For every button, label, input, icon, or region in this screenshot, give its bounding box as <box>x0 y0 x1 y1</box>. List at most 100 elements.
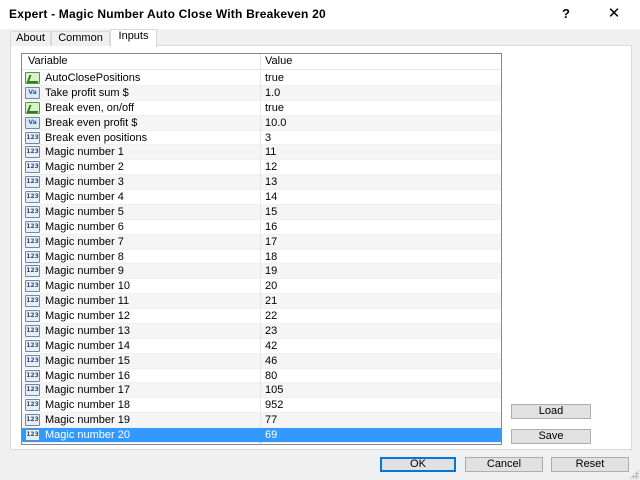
integer-type-icon: 123 <box>25 265 40 278</box>
grid-row[interactable]: 123 Magic number 7 17 <box>22 234 501 250</box>
grid-row[interactable]: 123 Magic number 3 13 <box>22 175 501 191</box>
boolean-type-icon <box>25 101 40 114</box>
integer-type-icon: 123 <box>25 324 40 337</box>
variable-value[interactable]: 21 <box>265 294 277 308</box>
variable-value[interactable]: 13 <box>265 175 277 189</box>
variable-value[interactable]: 22 <box>265 309 277 323</box>
grid-row[interactable]: AutoClosePositions true <box>22 71 501 86</box>
double-type-icon: Va <box>25 86 40 99</box>
inputs-grid[interactable]: Variable Value AutoClosePositions true Va T… <box>21 53 502 445</box>
variable-value[interactable]: 14 <box>265 190 277 204</box>
variable-value[interactable]: 18 <box>265 250 277 264</box>
variable-name: Magic number 11 <box>45 295 130 308</box>
variable-name: Magic number 9 <box>45 265 124 278</box>
variable-value[interactable]: 69 <box>265 428 277 442</box>
grid-row[interactable]: 123 Magic number 9 19 <box>22 264 501 280</box>
variable-value[interactable]: true <box>265 101 284 115</box>
grid-row[interactable]: 123 Magic number 19 77 <box>22 413 501 429</box>
grid-row[interactable]: 123 Magic number 11 21 <box>22 294 501 310</box>
variable-value[interactable]: 42 <box>265 339 277 353</box>
double-type-icon: Va <box>25 116 40 129</box>
variable-name: Magic number 19 <box>45 414 130 427</box>
integer-type-icon: 123 <box>25 250 40 263</box>
grid-row[interactable]: Break even, on/off true <box>22 100 501 116</box>
variable-value[interactable]: 12 <box>265 160 277 174</box>
variable-name: Take profit sum $ <box>45 86 129 99</box>
expert-properties-dialog: Expert - Magic Number Auto Close With Br… <box>0 0 640 480</box>
grid-row[interactable]: 123 Magic number 14 42 <box>22 338 501 354</box>
cell-divider <box>260 115 261 131</box>
variable-name: Magic number 17 <box>45 384 130 397</box>
variable-value[interactable]: 1.0 <box>265 86 280 100</box>
grid-row[interactable]: 123 Magic number 12 22 <box>22 309 501 324</box>
grid-row[interactable]: Va Break even profit $ 10.0 <box>22 115 501 131</box>
load-button[interactable]: Load <box>511 404 591 419</box>
variable-value[interactable]: 20 <box>265 279 277 293</box>
cell-divider <box>260 309 261 324</box>
grid-row[interactable]: Va Take profit sum $ 1.0 <box>22 85 501 101</box>
variable-value[interactable]: 105 <box>265 383 283 397</box>
cell-divider <box>260 413 261 429</box>
variable-value[interactable]: 80 <box>265 369 277 383</box>
integer-type-icon: 123 <box>25 339 40 352</box>
tab-about[interactable]: About <box>10 31 51 46</box>
cell-divider <box>260 100 261 116</box>
integer-type-icon: 123 <box>25 191 40 203</box>
integer-type-icon: 123 <box>25 220 40 233</box>
grid-row[interactable]: 123 Magic number 16 80 <box>22 368 501 384</box>
variable-value[interactable]: 19 <box>265 264 277 278</box>
variable-value[interactable]: 16 <box>265 220 277 234</box>
grid-row[interactable]: 123 Magic number 17 105 <box>22 383 501 399</box>
grid-row[interactable]: 123 Magic number 18 952 <box>22 398 501 414</box>
cell-divider <box>260 279 261 295</box>
cancel-button[interactable]: Cancel <box>465 457 543 472</box>
integer-type-icon: 123 <box>25 354 40 367</box>
grid-row[interactable]: 123 Magic number 20 69 <box>22 428 501 443</box>
grid-row[interactable]: 123 Magic number 6 16 <box>22 219 501 235</box>
cell-divider <box>260 428 261 443</box>
variable-value[interactable]: 77 <box>265 413 277 427</box>
variable-value[interactable]: 3 <box>265 131 271 145</box>
tab-common[interactable]: Common <box>51 31 110 46</box>
integer-type-icon: 123 <box>25 414 40 427</box>
reset-button[interactable]: Reset <box>551 457 629 472</box>
variable-value[interactable]: 10.0 <box>265 116 286 130</box>
cell-divider <box>260 323 261 339</box>
cell-divider <box>260 249 261 265</box>
variable-name: Break even, on/off <box>45 101 135 114</box>
variable-value[interactable]: 46 <box>265 354 277 368</box>
variable-name: Magic number 2 <box>45 161 124 174</box>
grid-row[interactable]: 123 Magic number 1 11 <box>22 145 501 161</box>
cell-divider <box>260 85 261 101</box>
resize-grip-icon[interactable] <box>629 469 639 479</box>
column-divider[interactable] <box>260 54 261 70</box>
grid-row[interactable]: 123 Magic number 4 14 <box>22 190 501 205</box>
variable-name: Magic number 6 <box>45 220 124 233</box>
tab-inputs[interactable]: Inputs <box>110 29 157 47</box>
variable-name: Magic number 20 <box>45 429 130 441</box>
close-icon[interactable]: ✕ <box>596 0 632 29</box>
column-header-variable[interactable]: Variable <box>28 54 68 70</box>
save-button[interactable]: Save <box>511 429 591 444</box>
variable-value[interactable]: 17 <box>265 235 277 249</box>
ok-button[interactable]: OK <box>380 457 456 472</box>
integer-type-icon: 123 <box>25 205 40 218</box>
grid-row[interactable]: 123 Magic number 5 15 <box>22 204 501 220</box>
grid-row[interactable]: 123 Magic number 13 23 <box>22 323 501 339</box>
variable-value[interactable]: true <box>265 71 284 85</box>
grid-row[interactable]: 123 Magic number 2 12 <box>22 160 501 176</box>
grid-row[interactable]: 123 Break even positions 3 <box>22 130 501 146</box>
variable-value[interactable]: 23 <box>265 324 277 338</box>
grid-row[interactable]: 123 Magic number 8 18 <box>22 249 501 265</box>
variable-value[interactable]: 952 <box>265 398 283 412</box>
cell-divider <box>260 71 261 86</box>
help-button[interactable]: ? <box>548 0 584 29</box>
variable-name: Magic number 5 <box>45 205 124 218</box>
grid-row[interactable]: 123 Magic number 15 46 <box>22 353 501 369</box>
variable-name: Magic number 15 <box>45 354 130 367</box>
grid-row[interactable]: 123 Magic number 10 20 <box>22 279 501 295</box>
variable-value[interactable]: 15 <box>265 205 277 219</box>
variable-name: Magic number 10 <box>45 280 130 293</box>
variable-value[interactable]: 11 <box>265 145 276 159</box>
column-header-value[interactable]: Value <box>265 54 292 70</box>
